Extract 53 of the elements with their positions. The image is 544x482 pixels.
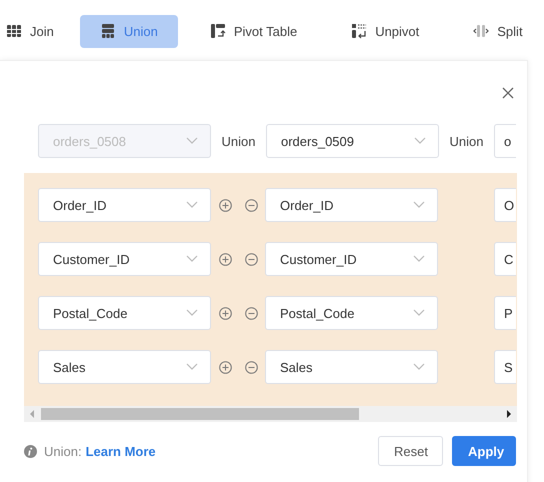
field-select[interactable]: Customer_ID bbox=[38, 242, 211, 276]
table-select[interactable]: o bbox=[494, 124, 516, 158]
field-select[interactable]: P bbox=[494, 296, 516, 330]
toolbar-tab[interactable]: Join bbox=[0, 14, 64, 48]
chevron-down-icon bbox=[413, 255, 425, 263]
add-icon[interactable] bbox=[219, 198, 232, 212]
reset-button[interactable]: Reset bbox=[378, 436, 443, 466]
info-icon bbox=[24, 444, 37, 458]
chevron-down-icon bbox=[186, 363, 198, 371]
field-select[interactable]: Sales bbox=[265, 350, 438, 384]
chevron-down-icon bbox=[186, 255, 198, 263]
scroll-left-icon[interactable] bbox=[29, 410, 35, 418]
field-select[interactable]: O bbox=[494, 188, 516, 222]
table-icon bbox=[100, 23, 116, 39]
chevron-down-icon bbox=[186, 201, 198, 209]
union-label: Union bbox=[448, 134, 484, 148]
close-icon[interactable] bbox=[502, 87, 514, 99]
horizontal-scrollbar[interactable] bbox=[24, 406, 517, 422]
remove-icon[interactable] bbox=[245, 198, 258, 212]
chevron-down-icon bbox=[414, 137, 426, 145]
field-select[interactable]: Customer_ID bbox=[265, 242, 438, 276]
field-select[interactable]: Sales bbox=[38, 350, 211, 384]
scrollbar-thumb[interactable] bbox=[41, 408, 359, 420]
learn-more-link[interactable]: Learn More bbox=[86, 444, 156, 458]
split-icon bbox=[473, 23, 490, 39]
toolbar-tab[interactable]: Split bbox=[467, 14, 533, 48]
remove-icon[interactable] bbox=[245, 252, 258, 266]
apply-button[interactable]: Apply bbox=[452, 436, 516, 466]
add-icon[interactable] bbox=[219, 360, 232, 374]
field-select[interactable]: Order_ID bbox=[38, 188, 211, 222]
add-icon[interactable] bbox=[219, 306, 232, 320]
field-select[interactable]: Postal_Code bbox=[265, 296, 438, 330]
field-select[interactable]: S bbox=[494, 350, 516, 384]
table-icon bbox=[210, 23, 226, 39]
add-icon[interactable] bbox=[219, 252, 232, 266]
field-select[interactable]: C bbox=[494, 242, 516, 276]
field-select[interactable]: Postal_Code bbox=[38, 296, 211, 330]
table-select[interactable]: orders_0509 bbox=[266, 124, 439, 158]
remove-icon[interactable] bbox=[245, 360, 258, 374]
chevron-down-icon bbox=[413, 309, 425, 317]
remove-icon[interactable] bbox=[245, 306, 258, 320]
union-label: Union bbox=[220, 134, 256, 148]
scroll-right-icon[interactable] bbox=[506, 410, 512, 418]
table-icon bbox=[351, 23, 368, 39]
field-select[interactable]: Order_ID bbox=[265, 188, 438, 222]
toolbar-tab[interactable]: Pivot Table bbox=[204, 14, 308, 48]
chevron-down-icon bbox=[186, 309, 198, 317]
chevron-down-icon bbox=[186, 137, 198, 145]
toolbar-tab[interactable]: Unpivot bbox=[345, 14, 430, 48]
chevron-down-icon bbox=[413, 363, 425, 371]
chevron-down-icon bbox=[413, 201, 425, 209]
help-label: Union: bbox=[44, 444, 82, 458]
grid-icon bbox=[6, 23, 22, 39]
